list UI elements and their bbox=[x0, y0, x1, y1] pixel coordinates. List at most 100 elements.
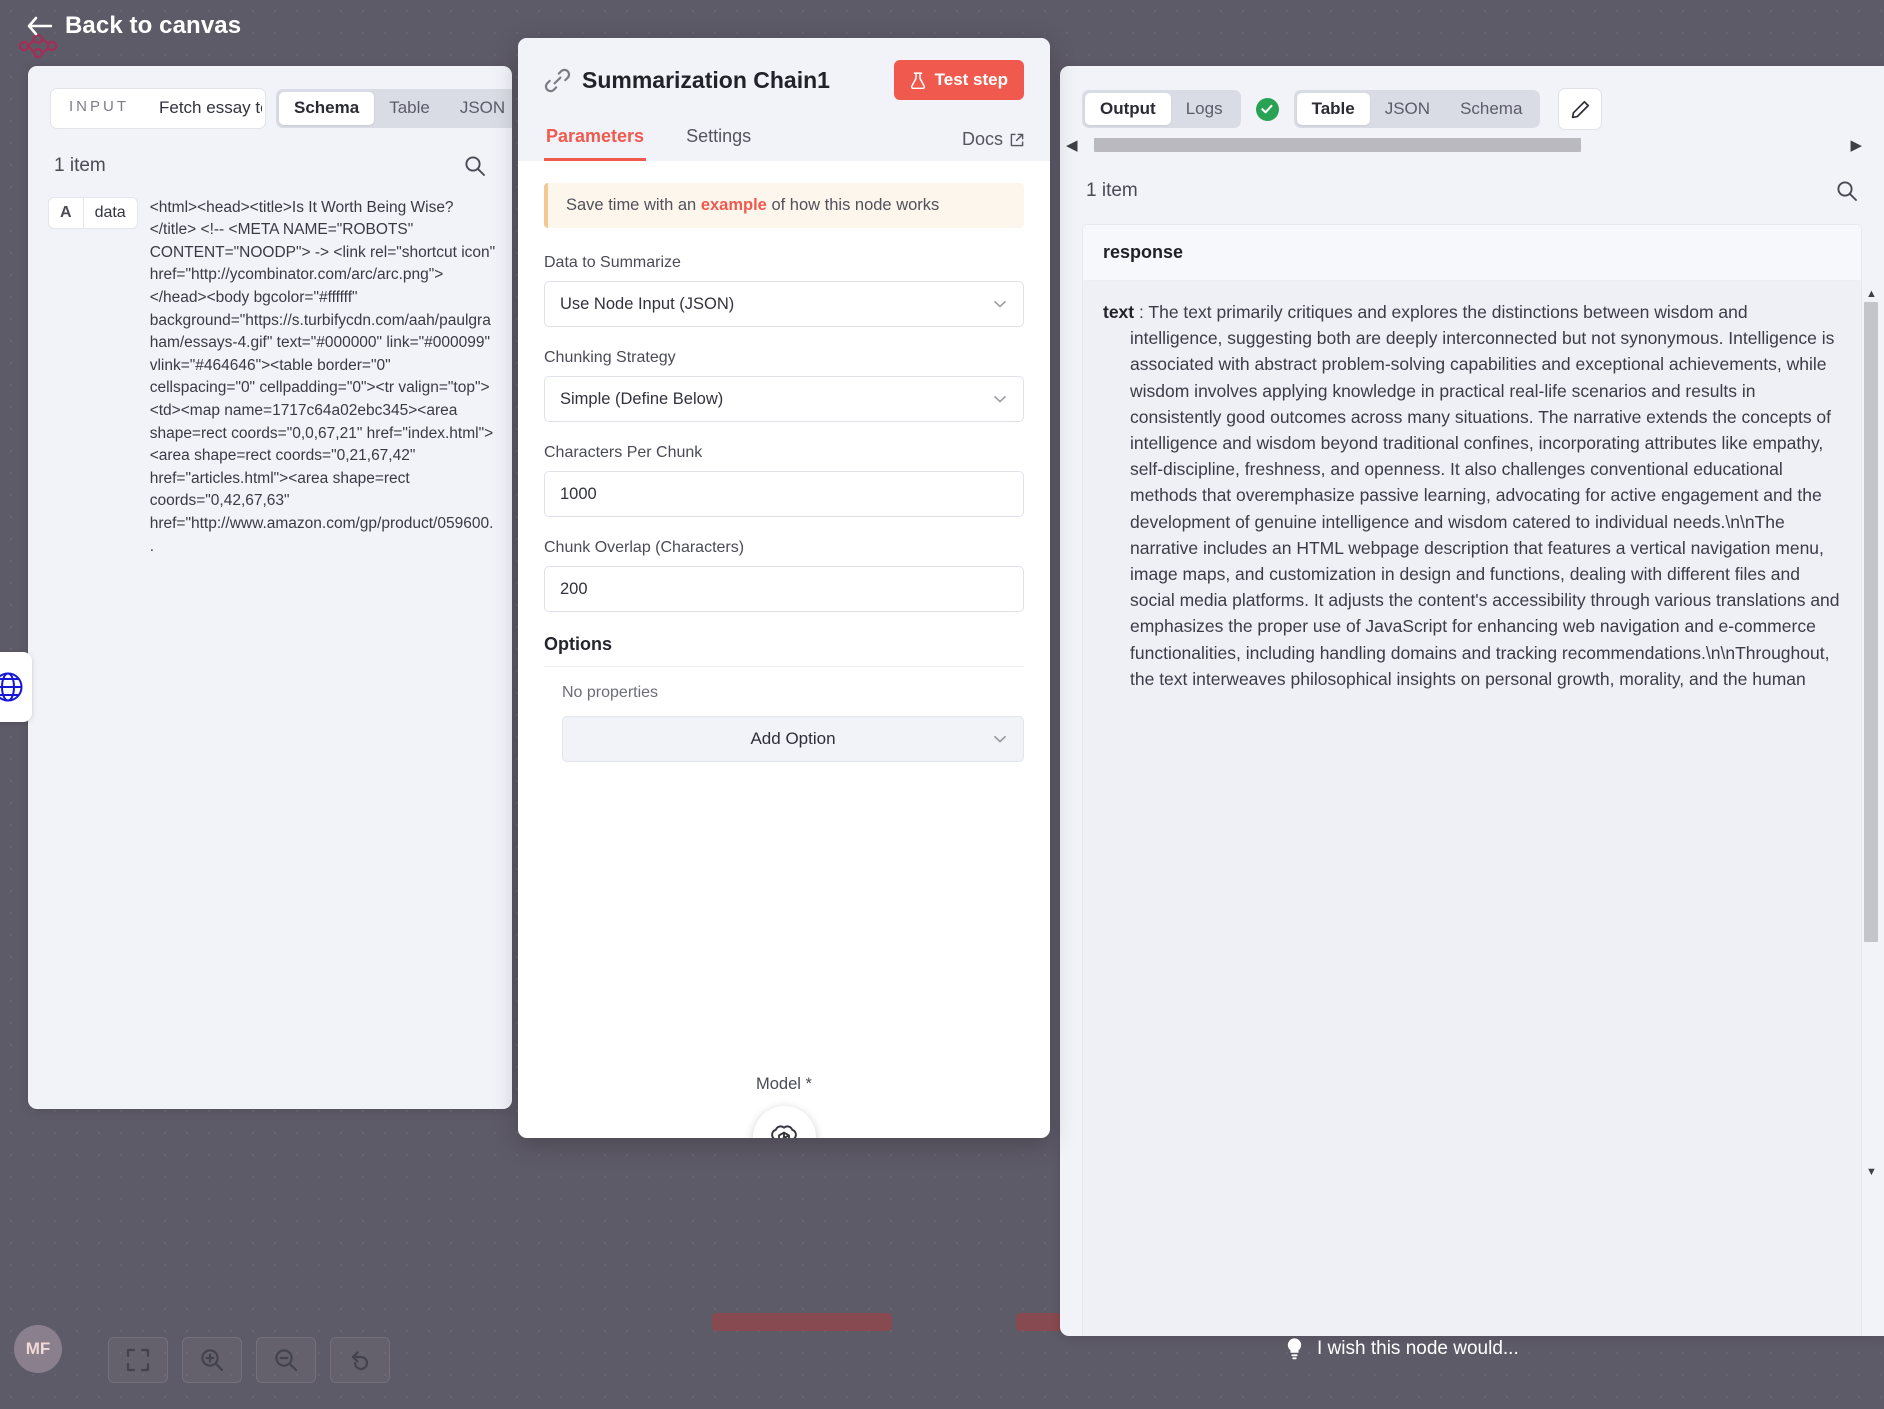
openai-icon bbox=[766, 1120, 802, 1139]
modal-header: Summarization Chain1 Test step Parameter… bbox=[518, 38, 1050, 161]
output-count-row: 1 item bbox=[1060, 154, 1884, 202]
input-item-count: 1 item bbox=[54, 155, 106, 177]
input-field-key: data bbox=[84, 198, 137, 228]
lightbulb-icon bbox=[1285, 1337, 1304, 1361]
zoom-out-button[interactable] bbox=[256, 1337, 316, 1383]
edit-output-button[interactable] bbox=[1558, 88, 1602, 130]
field-label-characters-per-chunk: Characters Per Chunk bbox=[544, 444, 1024, 462]
input-node-chip[interactable]: Fetch essay texts bbox=[144, 92, 262, 125]
arrow-left-icon bbox=[26, 15, 52, 37]
characters-per-chunk-input[interactable] bbox=[544, 471, 1024, 517]
output-panel-tabrow: Output Logs Table JSON Schema bbox=[1060, 66, 1884, 130]
tab-json[interactable]: JSON bbox=[445, 92, 512, 125]
test-step-label: Test step bbox=[935, 70, 1008, 90]
globe-node-badge[interactable] bbox=[0, 652, 32, 722]
model-connector-slot: Model * bbox=[518, 1075, 1050, 1138]
input-field-value: <html><head><title>Is It Worth Being Wis… bbox=[150, 197, 496, 559]
hint-suffix: of how this node works bbox=[767, 196, 939, 214]
data-to-summarize-select[interactable]: Use Node Input (JSON) bbox=[544, 281, 1024, 327]
field-label-chunk-overlap: Chunk Overlap (Characters) bbox=[544, 539, 1024, 557]
docs-label: Docs bbox=[962, 129, 1003, 150]
input-data-row: A data <html><head><title>Is It Worth Be… bbox=[28, 177, 512, 559]
chunk-overlap-input[interactable] bbox=[544, 566, 1024, 612]
options-empty-text: No properties bbox=[544, 667, 1024, 702]
add-option-label: Add Option bbox=[750, 729, 835, 749]
zoom-in-button[interactable] bbox=[182, 1337, 242, 1383]
field-data-to-summarize: Data to Summarize Use Node Input (JSON) bbox=[544, 254, 1024, 327]
output-view-tabs[interactable]: Table JSON Schema bbox=[1294, 90, 1541, 129]
check-circle-icon bbox=[1256, 98, 1279, 121]
field-chunking-strategy: Chunking Strategy Simple (Define Below) bbox=[544, 349, 1024, 422]
back-to-canvas-label: Back to canvas bbox=[65, 12, 241, 40]
input-source-selector[interactable]: INPUT Fetch essay texts bbox=[50, 88, 266, 129]
tab-schema[interactable]: Schema bbox=[1445, 93, 1537, 126]
tab-output[interactable]: Output bbox=[1085, 93, 1171, 126]
tab-json[interactable]: JSON bbox=[1370, 93, 1445, 126]
field-characters-per-chunk: Characters Per Chunk bbox=[544, 444, 1024, 517]
hscroll-track[interactable] bbox=[1084, 136, 1845, 154]
tab-settings[interactable]: Settings bbox=[684, 118, 753, 161]
pencil-icon bbox=[1571, 100, 1590, 119]
output-panel: Output Logs Table JSON Schema ◀ ▶ 1 item bbox=[1060, 66, 1884, 1336]
back-to-canvas-button[interactable]: Back to canvas bbox=[26, 12, 241, 40]
response-column-header: response bbox=[1083, 225, 1861, 281]
options-heading: Options bbox=[544, 634, 1024, 667]
input-view-tabs[interactable]: Schema Table JSON bbox=[276, 89, 512, 128]
output-vscrollbar[interactable]: ▲ ▼ bbox=[1864, 288, 1878, 1178]
canvas-node-strip bbox=[712, 1313, 892, 1331]
output-response-card: response text : The text primarily criti… bbox=[1082, 224, 1862, 1336]
user-avatar[interactable]: MF bbox=[14, 1325, 62, 1373]
external-link-icon bbox=[1010, 133, 1024, 147]
input-label-chip: INPUT bbox=[54, 92, 144, 125]
modal-tabs: Parameters Settings Docs bbox=[544, 118, 1024, 161]
response-body: text : The text primarily critiques and … bbox=[1083, 281, 1861, 1336]
node-feedback-prompt[interactable]: I wish this node would... bbox=[1285, 1337, 1519, 1361]
scroll-left-arrow[interactable]: ◀ bbox=[1066, 138, 1078, 153]
field-label-data-to-summarize: Data to Summarize bbox=[544, 254, 1024, 272]
output-item-count: 1 item bbox=[1086, 180, 1138, 202]
chevron-down-icon bbox=[992, 391, 1008, 407]
field-chunk-overlap: Chunk Overlap (Characters) bbox=[544, 539, 1024, 612]
chunking-strategy-value: Simple (Define Below) bbox=[560, 390, 992, 409]
scroll-up-arrow[interactable]: ▲ bbox=[1866, 288, 1877, 300]
fit-to-screen-button[interactable] bbox=[108, 1337, 168, 1383]
flask-icon bbox=[910, 72, 926, 89]
globe-icon bbox=[0, 670, 25, 704]
input-field-type-chip[interactable]: A data bbox=[48, 197, 138, 229]
scroll-down-arrow[interactable]: ▼ bbox=[1866, 1166, 1877, 1178]
output-hscrollbar[interactable]: ◀ ▶ bbox=[1066, 136, 1862, 154]
response-key: text bbox=[1103, 302, 1134, 322]
example-hint-banner[interactable]: Save time with an example of how this no… bbox=[544, 183, 1024, 228]
output-source-tabs[interactable]: Output Logs bbox=[1082, 90, 1241, 129]
scroll-right-arrow[interactable]: ▶ bbox=[1850, 138, 1862, 153]
node-settings-modal: Summarization Chain1 Test step Parameter… bbox=[518, 38, 1050, 1138]
chunking-strategy-select[interactable]: Simple (Define Below) bbox=[544, 376, 1024, 422]
tab-logs[interactable]: Logs bbox=[1171, 93, 1238, 126]
reset-zoom-button[interactable] bbox=[330, 1337, 390, 1383]
tab-schema[interactable]: Schema bbox=[279, 92, 374, 125]
chevron-down-icon bbox=[992, 296, 1008, 312]
model-node-button[interactable] bbox=[753, 1106, 816, 1138]
tab-table[interactable]: Table bbox=[1297, 93, 1370, 126]
hscroll-thumb[interactable] bbox=[1094, 138, 1581, 152]
search-icon[interactable] bbox=[464, 155, 486, 177]
search-icon[interactable] bbox=[1836, 180, 1858, 202]
chevron-down-icon bbox=[992, 731, 1008, 747]
response-separator: : bbox=[1134, 302, 1148, 322]
tab-parameters[interactable]: Parameters bbox=[544, 118, 646, 161]
hint-example-link[interactable]: example bbox=[701, 196, 767, 214]
data-to-summarize-value: Use Node Input (JSON) bbox=[560, 295, 992, 314]
modal-title-row: Summarization Chain1 Test step bbox=[544, 60, 1024, 100]
test-step-button[interactable]: Test step bbox=[894, 60, 1024, 100]
node-feedback-text: I wish this node would... bbox=[1317, 1338, 1519, 1360]
tab-table[interactable]: Table bbox=[374, 92, 445, 125]
avatar-initials: MF bbox=[26, 1339, 51, 1359]
zoom-in-icon bbox=[199, 1347, 225, 1373]
canvas-zoom-toolbar bbox=[108, 1337, 390, 1383]
vscroll-thumb[interactable] bbox=[1864, 302, 1878, 942]
add-option-button[interactable]: Add Option bbox=[562, 716, 1024, 762]
modal-title: Summarization Chain1 bbox=[582, 67, 894, 94]
input-panel-tabrow: INPUT Fetch essay texts Schema Table JSO… bbox=[28, 66, 512, 129]
docs-link[interactable]: Docs bbox=[962, 129, 1024, 161]
chain-link-icon bbox=[544, 67, 571, 94]
